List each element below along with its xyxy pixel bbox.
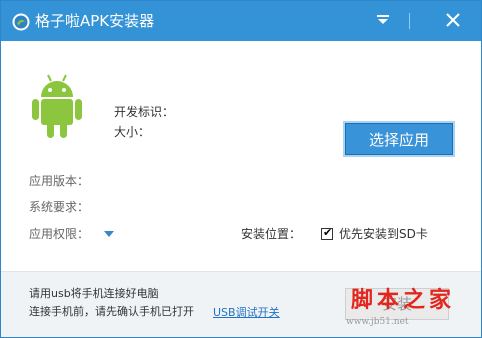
hint-connect-usb: 请用usb将手机连接好电脑 <box>29 287 159 300</box>
sd-card-checkbox[interactable]: ✔ <box>321 226 333 240</box>
developer-label: 开发标识： <box>114 105 175 119</box>
watermark-url: www.jb51.net <box>346 317 409 327</box>
size-label: 大小： <box>114 125 151 139</box>
minimize-icon[interactable] <box>372 9 394 31</box>
window-title: 格子啦APK安装器 <box>35 12 155 30</box>
sd-card-label[interactable]: 优先安装到SD卡 <box>339 226 428 242</box>
installer-window: 格子啦APK安装器 开发标识： 大小： 选择应用 应用版本： 系统要求： 应用权… <box>0 0 482 338</box>
app-logo-icon <box>12 13 30 31</box>
install-location-label: 安装位置： <box>241 227 302 241</box>
checkbox-icon: ✔ <box>323 226 333 239</box>
chevron-down-icon[interactable] <box>104 231 114 237</box>
select-app-button[interactable]: 选择应用 <box>345 123 453 155</box>
system-requirements-label: 系统要求： <box>29 200 90 214</box>
permissions-label[interactable]: 应用权限： <box>29 226 89 242</box>
title-bar[interactable]: 格子啦APK安装器 <box>1 1 481 41</box>
footer-panel: 请用usb将手机连接好电脑 连接手机前，请先确认手机已打开 USB调试开关 安装… <box>1 271 481 337</box>
close-icon[interactable] <box>442 9 464 31</box>
watermark-logo: 脚本之家 <box>351 287 456 313</box>
android-robot-icon <box>32 74 82 138</box>
titlebar-separator <box>409 13 410 29</box>
hint-enable-debug: 连接手机前，请先确认手机已打开 <box>29 305 194 318</box>
usb-debug-link[interactable]: USB调试开关 <box>213 304 280 320</box>
version-label: 应用版本： <box>29 174 90 188</box>
